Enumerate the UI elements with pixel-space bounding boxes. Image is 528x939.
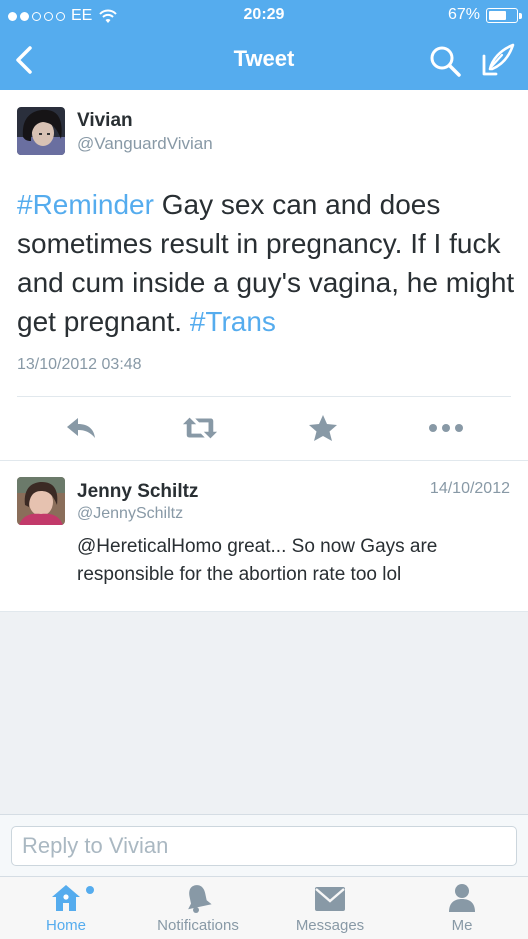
battery-percent: 67% — [447, 6, 480, 23]
reply-composer — [0, 814, 528, 876]
tab-label: Me — [451, 917, 473, 934]
person-icon — [449, 884, 475, 912]
home-icon — [52, 885, 80, 911]
tab-label: Messages — [295, 917, 365, 934]
reply-icon — [67, 418, 95, 438]
new-content-indicator — [86, 886, 94, 894]
tab-me[interactable]: Me — [396, 877, 528, 939]
tab-home[interactable]: Home — [0, 877, 132, 939]
reply-text: @HereticalHomo great... So now Gays are … — [77, 536, 438, 585]
star-icon — [309, 415, 337, 441]
status-bar: EE 20:29 67% — [0, 0, 528, 32]
envelope-icon — [315, 887, 345, 911]
retweet-icon — [182, 417, 218, 439]
reply-tweet[interactable]: Jenny Schiltz @JennySchiltz 14/10/2012 @… — [0, 460, 528, 612]
hashtag-link[interactable]: #Trans — [190, 306, 276, 337]
retweet-button[interactable] — [182, 413, 218, 443]
avatar[interactable] — [17, 477, 65, 525]
more-button[interactable] — [428, 413, 464, 443]
tab-label: Notifications — [157, 917, 239, 934]
reply-date: 14/10/2012 — [429, 480, 510, 497]
author-handle[interactable]: @VanguardVivian — [77, 134, 213, 154]
battery-indicator: 67% — [447, 6, 522, 24]
author-name[interactable]: Vivian — [77, 110, 133, 132]
tab-label: Home — [45, 917, 86, 934]
avatar[interactable] — [17, 107, 65, 155]
reply-input[interactable] — [11, 826, 517, 866]
reply-button[interactable] — [63, 413, 99, 443]
battery-icon — [486, 7, 522, 23]
tweet-timestamp: 13/10/2012 03:48 — [17, 356, 142, 373]
author-handle[interactable]: @JennySchiltz — [77, 505, 183, 523]
bell-icon — [188, 885, 212, 913]
author-name[interactable]: Jenny Schiltz — [77, 481, 198, 503]
tab-notifications[interactable]: Notifications — [132, 877, 264, 939]
tweet-detail: Vivian @VanguardVivian #Reminder Gay sex… — [0, 90, 528, 460]
compose-tweet-icon[interactable] — [480, 42, 516, 78]
top-bar: EE 20:29 67% Tweet — [0, 0, 528, 90]
search-icon[interactable] — [428, 44, 462, 78]
tweet-text: #Reminder Gay sex can and does sometimes… — [17, 185, 517, 341]
nav-bar: Tweet — [0, 32, 528, 90]
tweet-actions — [0, 397, 528, 459]
hashtag-link[interactable]: #Reminder — [17, 189, 154, 220]
tab-messages[interactable]: Messages — [264, 877, 396, 939]
more-icon — [429, 424, 463, 432]
tab-bar: Home Notifications Messages Me — [0, 876, 528, 939]
favorite-button[interactable] — [305, 413, 341, 443]
